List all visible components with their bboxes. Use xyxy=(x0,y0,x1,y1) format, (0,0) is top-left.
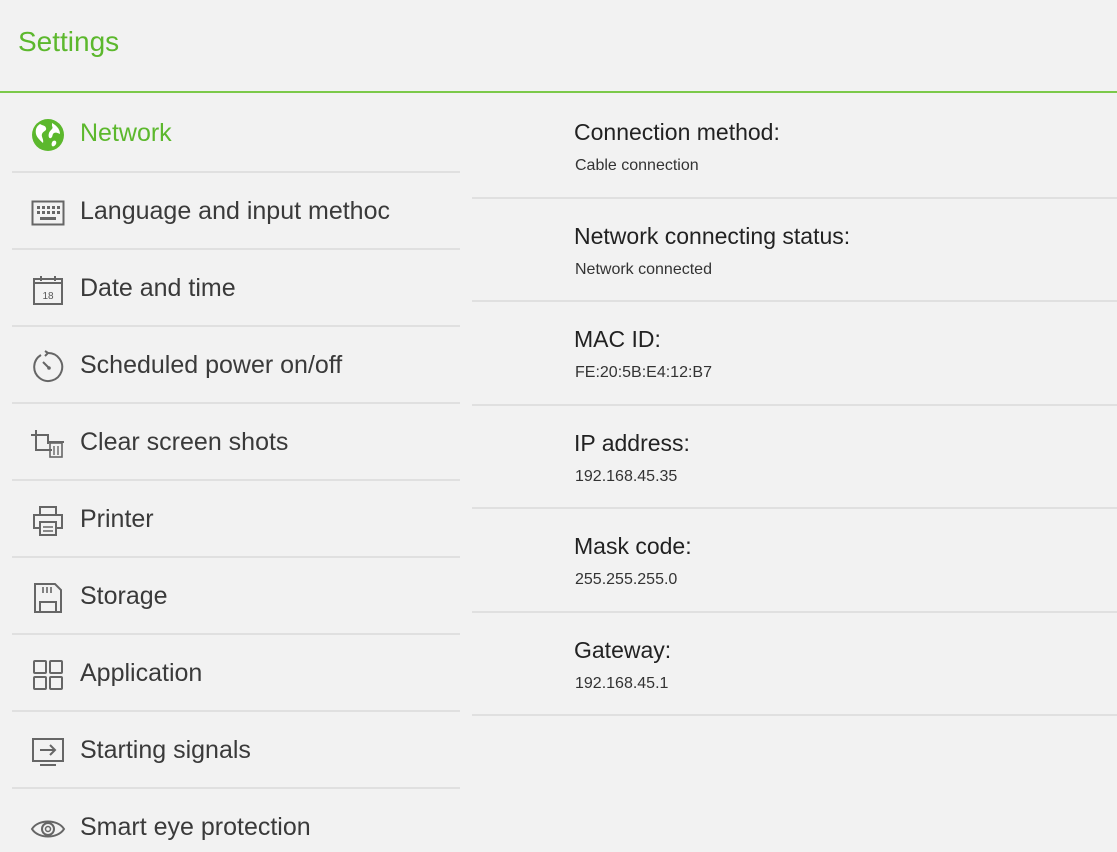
mask-code-row: Mask code: 255.255.255.0 xyxy=(472,509,1117,613)
detail-value: Network connected xyxy=(575,260,712,278)
sidebar-item-clear-screenshots[interactable]: Clear screen shots xyxy=(12,404,460,481)
detail-value: Cable connection xyxy=(575,157,699,174)
ip-address-row: IP address: 192.168.45.35 xyxy=(472,406,1117,509)
sidebar-item-label: Starting signals xyxy=(80,736,251,764)
sidebar-item-date-time[interactable]: 18 Date and time xyxy=(12,250,460,327)
sidebar-item-label: Clear screen shots xyxy=(80,428,289,456)
globe-icon xyxy=(30,117,66,153)
detail-value: 192.168.45.35 xyxy=(575,467,678,485)
sd-card-icon xyxy=(30,580,66,616)
svg-text:18: 18 xyxy=(42,291,54,302)
timer-icon xyxy=(30,349,66,385)
detail-value: FE:20:5B:E4:12:B7 xyxy=(575,364,712,381)
detail-label: Mask code: xyxy=(574,533,692,559)
detail-label: Gateway: xyxy=(574,636,672,663)
settings-sidebar: Network Language and input methoc 18 Dat… xyxy=(12,95,460,852)
calendar-icon: 18 xyxy=(30,272,66,308)
sidebar-item-storage[interactable]: Storage xyxy=(12,558,460,635)
sidebar-item-language[interactable]: Language and input methoc xyxy=(12,173,460,250)
connection-method-row: Connection method: Cable connection xyxy=(472,95,1117,199)
printer-icon xyxy=(30,503,66,539)
detail-value: 255.255.255.0 xyxy=(575,571,678,588)
sidebar-item-label: Storage xyxy=(80,582,168,610)
sidebar-item-printer[interactable]: Printer xyxy=(12,481,460,558)
sidebar-item-label: Smart eye protection xyxy=(80,813,311,841)
sidebar-item-label: Language and input methoc xyxy=(80,197,390,225)
sidebar-item-label: Application xyxy=(80,659,203,687)
detail-label: Network connecting status: xyxy=(574,222,851,249)
apps-grid-icon xyxy=(30,657,66,693)
settings-app: Settings Network Language and input meth… xyxy=(0,0,1117,852)
sidebar-item-label: Printer xyxy=(80,505,154,533)
sidebar-item-application[interactable]: Application xyxy=(12,635,460,712)
sidebar-item-scheduled-power[interactable]: Scheduled power on/off xyxy=(12,327,460,404)
detail-value: 192.168.45.1 xyxy=(575,674,669,692)
input-signal-icon xyxy=(30,734,66,770)
detail-label: Connection method: xyxy=(574,119,780,145)
keyboard-icon xyxy=(30,195,66,231)
detail-label: MAC ID: xyxy=(574,326,661,352)
crop-trash-icon xyxy=(30,426,66,462)
page-title: Settings xyxy=(18,26,120,57)
header-bar: Settings xyxy=(0,0,1117,93)
sidebar-item-smart-eye[interactable]: Smart eye protection xyxy=(12,789,460,852)
mac-id-row: MAC ID: FE:20:5B:E4:12:B7 xyxy=(472,302,1117,406)
sidebar-item-label: Scheduled power on/off xyxy=(80,351,343,379)
network-details-panel: Connection method: Cable connection Netw… xyxy=(472,95,1117,716)
network-status-row: Network connecting status: Network conne… xyxy=(472,199,1117,302)
sidebar-item-label: Network xyxy=(80,119,172,147)
detail-label: IP address: xyxy=(574,429,690,456)
eye-icon xyxy=(30,811,66,847)
sidebar-item-label: Date and time xyxy=(80,274,236,302)
gateway-row: Gateway: 192.168.45.1 xyxy=(472,613,1117,716)
sidebar-item-network[interactable]: Network xyxy=(12,95,460,173)
sidebar-item-starting-signals[interactable]: Starting signals xyxy=(12,712,460,789)
